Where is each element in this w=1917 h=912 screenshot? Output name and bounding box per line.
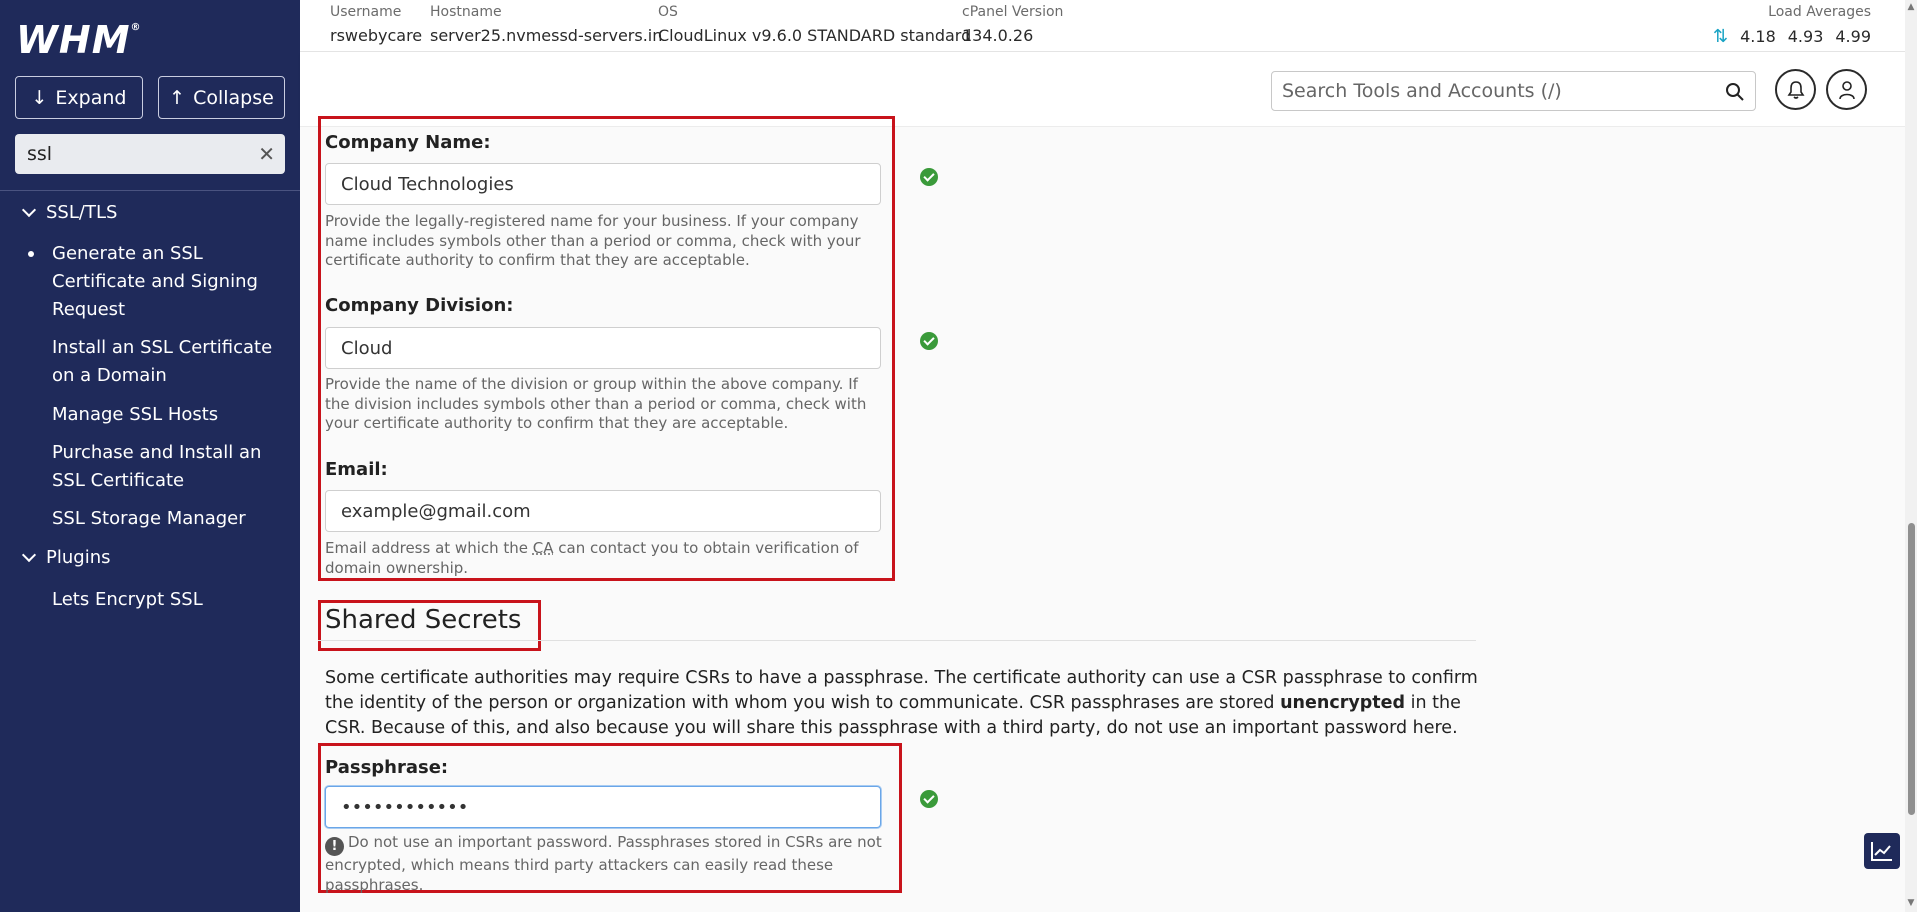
company-division-label: Company Division: [325,295,514,316]
page-scrollbar[interactable]: ▲ ▼ [1905,0,1917,912]
sidebar-group-label: SSL/TLS [46,202,118,223]
company-name-valid-icon [920,168,938,186]
collapse-button[interactable]: ↑ Collapse [158,76,285,119]
passphrase-label: Passphrase: [325,757,449,778]
trend-chart-icon [1871,842,1892,861]
sidebar-item-install-ssl[interactable]: Install an SSL Certificate on a Domain [52,334,282,390]
server-info-bar: Username rswebycare Hostname server25.nv… [300,0,1905,52]
company-name-label: Company Name: [325,132,491,153]
clear-search-icon[interactable]: ✕ [258,142,275,166]
load-average-1: 4.18 [1740,27,1776,46]
whm-logo[interactable]: WHM® [16,18,142,62]
company-name-input[interactable] [325,163,881,205]
sidebar-item-lets-encrypt[interactable]: Lets Encrypt SSL [52,586,282,614]
sidebar-item-manage-ssl-hosts[interactable]: Manage SSL Hosts [52,401,282,429]
scroll-up-icon[interactable]: ▲ [1906,2,1916,12]
scroll-down-icon[interactable]: ▼ [1906,898,1916,908]
search-icon[interactable] [1725,82,1745,102]
shared-secrets-description: Some certificate authorities may require… [325,668,1478,738]
load-average-5: 4.93 [1787,27,1824,46]
sidebar-item-generate-ssl-csr[interactable]: Generate an SSL Certificate and Signing … [28,240,282,324]
sidebar: WHM® ↓ Expand ↑ Collapse ✕ SSL/TLS Gener… [0,0,300,912]
company-name-help: Provide the legally-registered name for … [325,212,861,269]
stats-chart-button[interactable] [1864,833,1900,869]
tools-search-box [1271,71,1756,111]
chevron-down-icon [21,547,37,562]
user-icon [1838,80,1855,99]
sidebar-group-ssl-tls[interactable]: SSL/TLS [21,202,118,223]
email-input[interactable] [325,490,881,532]
sidebar-search: ✕ [15,134,285,174]
load-average-15: 4.99 [1835,27,1871,46]
expand-label: Expand [55,86,127,109]
expand-button[interactable]: ↓ Expand [15,76,143,119]
company-division-help: Provide the name of the division or grou… [325,375,867,432]
notifications-button[interactable] [1775,69,1816,110]
sidebar-divider [0,190,300,191]
info-hostname: Hostname server25.nvmessd-servers.in [430,4,663,45]
info-load-averages: Load Averages ⇅ 4.18 4.93 4.99 [1713,4,1871,47]
arrow-down-icon: ↓ [31,86,48,109]
sidebar-item-purchase-ssl[interactable]: Purchase and Install an SSL Certificate [52,439,282,495]
main-content: Company Name: Provide the legally-regist… [300,116,1905,912]
shared-secrets-heading: Shared Secrets [325,605,522,635]
section-divider [318,640,1476,641]
sidebar-group-label: Plugins [46,547,111,568]
tools-search-input[interactable] [1282,80,1702,102]
chevron-down-icon [21,202,37,217]
company-division-valid-icon [920,332,938,350]
sidebar-item-ssl-storage-manager[interactable]: SSL Storage Manager [52,505,282,533]
user-account-button[interactable] [1826,69,1867,110]
passphrase-warning: ! Do not use an important password. Passp… [325,833,882,894]
info-cpanel-version: cPanel Version 134.0.26 [962,4,1064,45]
company-division-input[interactable] [325,327,881,369]
scrollbar-thumb[interactable] [1908,523,1915,815]
collapse-label: Collapse [193,86,274,109]
passphrase-valid-icon [920,790,938,808]
info-os: OS CloudLinux v9.6.0 STANDARD standard [658,4,972,45]
exclamation-icon: ! [325,837,344,856]
arrow-up-icon: ↑ [169,86,186,109]
ca-abbreviation: CA [532,539,554,557]
info-username: Username rswebycare [330,4,423,45]
bell-icon [1787,80,1804,99]
email-help: Email address at which the CA can contac… [325,539,859,577]
passphrase-input[interactable] [325,786,881,828]
sidebar-group-plugins[interactable]: Plugins [21,547,111,568]
load-trend-icon: ⇅ [1713,26,1729,47]
email-label: Email: [325,459,388,480]
sidebar-search-input[interactable] [27,143,247,165]
